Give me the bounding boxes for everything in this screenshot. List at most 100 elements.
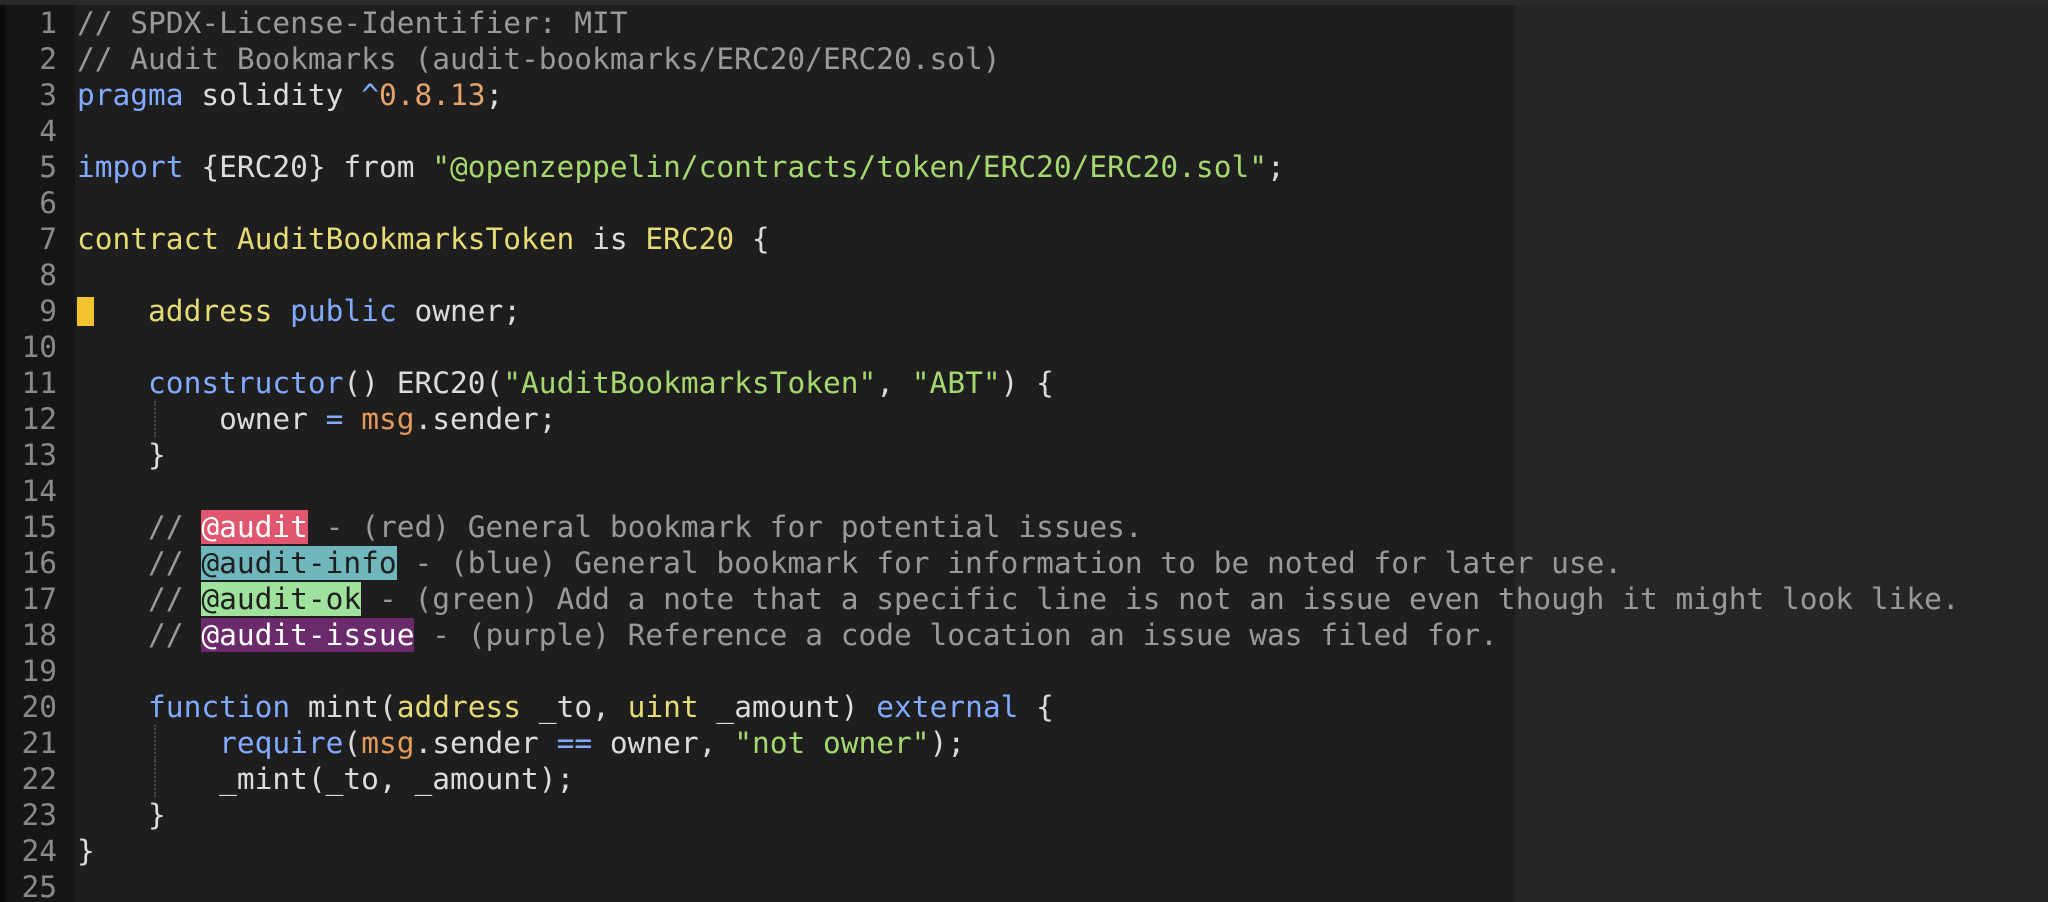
code-token: - (blue) General bookmark for informatio…	[396, 546, 1623, 580]
line-number: 4	[39, 114, 57, 148]
line-number: 17	[21, 582, 57, 616]
line-content: _mint(_to, _amount);	[77, 761, 574, 797]
code-token: mint(	[290, 690, 397, 724]
code-token: }	[77, 438, 166, 472]
code-token: address	[396, 690, 522, 724]
code-token: contract	[77, 222, 220, 256]
line-number: 7	[39, 222, 57, 256]
line-number: 3	[39, 78, 57, 112]
line-content: pragma solidity ^0.8.13;	[77, 77, 503, 113]
audit-tag: @audit-info	[201, 546, 397, 580]
line-content: contract AuditBookmarksToken is ERC20 {	[77, 221, 770, 257]
code-token: import	[77, 150, 184, 184]
code-line[interactable]: 18 // @audit-issue - (purple) Reference …	[0, 617, 2048, 653]
code-line[interactable]: 15 // @audit - (red) General bookmark fo…	[0, 509, 2048, 545]
line-content: // Audit Bookmarks (audit-bookmarks/ERC2…	[77, 41, 1001, 77]
code-line[interactable]: 2 // Audit Bookmarks (audit-bookmarks/ERC…	[0, 41, 2048, 77]
code-token: - (purple) Reference a code location an …	[414, 618, 1498, 652]
code-token: "AuditBookmarksToken"	[503, 366, 877, 400]
audit-tag: @audit-ok	[201, 582, 362, 616]
code-area[interactable]: 1 // SPDX-License-Identifier: MIT 2 // Audi…	[0, 5, 2048, 902]
code-token: require	[219, 726, 344, 760]
code-token: //	[77, 618, 202, 652]
line-content: // @audit-info - (blue) General bookmark…	[77, 545, 1622, 581]
line-content: import {ERC20} from "@openzeppelin/contr…	[77, 149, 1285, 185]
code-line[interactable]: 7 contract AuditBookmarksToken is ERC20 {	[0, 221, 2048, 257]
code-token: }	[77, 834, 95, 868]
line-number: 19	[21, 654, 57, 688]
code-token: // Audit Bookmarks (audit-bookmarks/ERC2…	[77, 42, 1001, 76]
line-number: 2	[39, 42, 57, 76]
audit-tag: @audit	[201, 510, 308, 544]
code-token: _mint(_to, _amount);	[77, 762, 575, 796]
code-line[interactable]: 4	[0, 113, 2048, 149]
code-line[interactable]: 9 address public owner;	[0, 293, 2048, 329]
code-token: owner	[77, 402, 326, 436]
code-line[interactable]: 6	[0, 185, 2048, 221]
line-number: 12	[21, 402, 57, 436]
line-content: }	[77, 833, 95, 869]
code-token: () ERC20(	[343, 366, 504, 400]
line-number: 11	[21, 366, 57, 400]
code-line[interactable]: 10	[0, 329, 2048, 365]
code-token: );	[929, 726, 966, 760]
audit-tag: @audit-issue	[201, 618, 415, 652]
code-token: {	[734, 222, 770, 256]
code-token: owner;	[396, 294, 522, 328]
code-token: ^	[361, 78, 379, 112]
code-token: constructor	[148, 366, 344, 400]
code-token: msg	[361, 402, 415, 436]
code-token: ;	[1266, 150, 1285, 184]
code-line[interactable]: 8	[0, 257, 2048, 293]
code-line[interactable]: 16 // @audit-info - (blue) General bookm…	[0, 545, 2048, 581]
code-token: pragma	[77, 78, 184, 112]
code-line[interactable]: 13 }	[0, 437, 2048, 473]
code-token: "ABT"	[911, 366, 1001, 400]
line-content: // SPDX-License-Identifier: MIT	[77, 5, 628, 41]
line-number: 22	[21, 762, 57, 796]
code-line[interactable]: 25	[0, 869, 2048, 902]
code-line[interactable]: 12 owner = msg.sender;	[0, 401, 2048, 437]
code-token: AuditBookmarksToken	[236, 222, 575, 256]
code-token: "@openzeppelin/contracts/token/ERC20/ERC…	[432, 150, 1267, 184]
code-token: - (red) General bookmark for potential i…	[307, 510, 1143, 544]
code-token: owner,	[592, 726, 735, 760]
code-line[interactable]: 14	[0, 473, 2048, 509]
code-token: function	[148, 690, 291, 724]
code-line[interactable]: 24}	[0, 833, 2048, 869]
line-number: 16	[21, 546, 57, 580]
code-line[interactable]: 3 pragma solidity ^0.8.13;	[0, 77, 2048, 113]
code-line[interactable]: 11 constructor() ERC20("AuditBookmarksTo…	[0, 365, 2048, 401]
line-content: // @audit - (red) General bookmark for p…	[77, 509, 1143, 545]
code-line[interactable]: 1 // SPDX-License-Identifier: MIT	[0, 5, 2048, 41]
code-token: ,	[876, 366, 912, 400]
line-number: 9	[39, 294, 57, 328]
line-number: 10	[21, 330, 57, 364]
line-number: 8	[39, 258, 57, 292]
line-number: 23	[21, 798, 57, 832]
code-line[interactable]: 23 }	[0, 797, 2048, 833]
code-line[interactable]: 20 function mint(address _to, uint _amou…	[0, 689, 2048, 725]
code-token: {	[1018, 690, 1054, 724]
line-content: constructor() ERC20("AuditBookmarksToken…	[77, 365, 1054, 401]
code-line[interactable]: 21 require(msg.sender == owner, "not own…	[0, 725, 2048, 761]
line-number: 21	[21, 726, 57, 760]
code-token: solidity	[183, 78, 362, 112]
code-token: "not owner"	[734, 726, 930, 760]
code-token: uint	[627, 690, 699, 724]
code-line[interactable]: 17 // @audit-ok - (green) Add a note tha…	[0, 581, 2048, 617]
line-number: 5	[39, 150, 57, 184]
code-token: ) {	[1000, 366, 1054, 400]
code-line[interactable]: 19	[0, 653, 2048, 689]
code-line[interactable]: 5 import {ERC20} from "@openzeppelin/cont…	[0, 149, 2048, 185]
code-editor[interactable]: 1 // SPDX-License-Identifier: MIT 2 // Audi…	[0, 0, 2048, 902]
line-content: // @audit-issue - (purple) Reference a c…	[77, 617, 1498, 653]
code-token: //	[77, 582, 202, 616]
code-token: //	[77, 546, 202, 580]
code-line[interactable]: 22 _mint(_to, _amount);	[0, 761, 2048, 797]
